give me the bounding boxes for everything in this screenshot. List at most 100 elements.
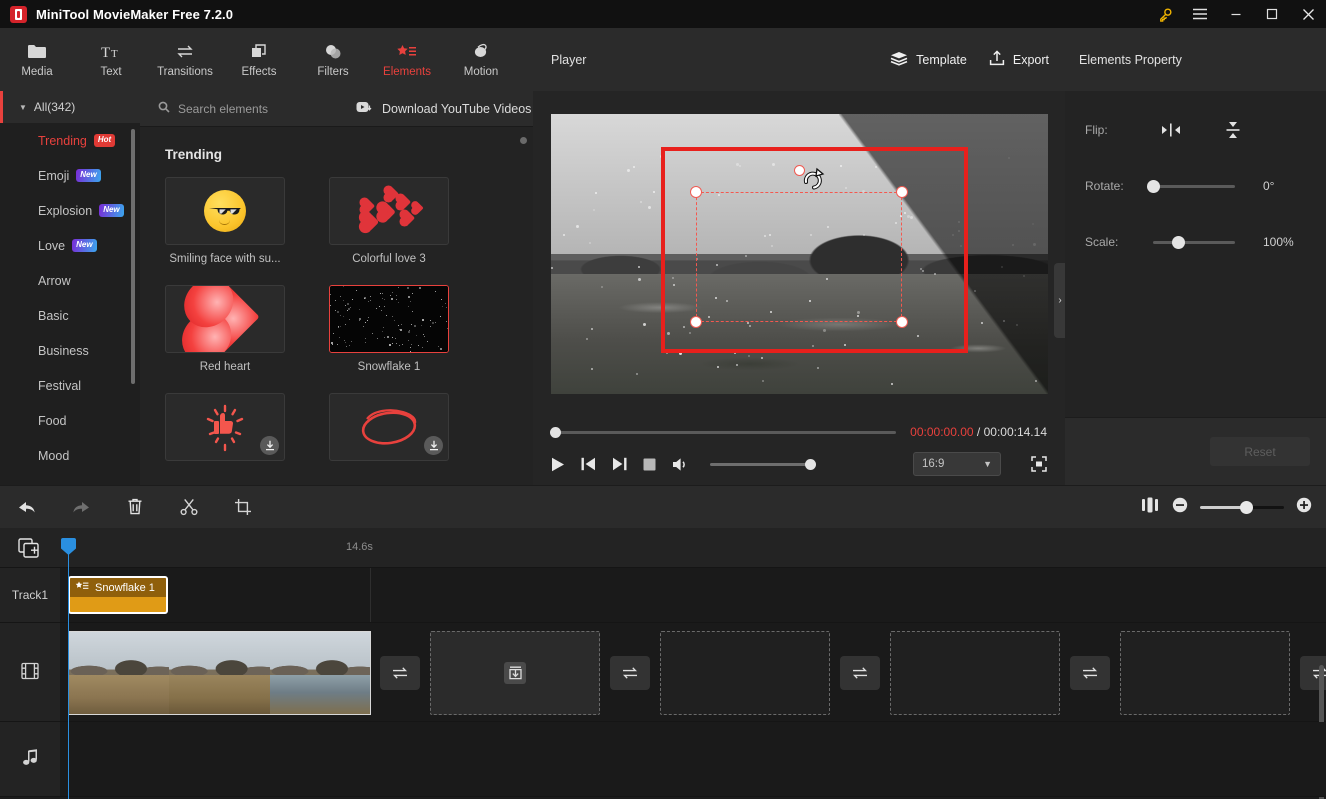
- timeline-clip-video[interactable]: [68, 631, 371, 715]
- resize-handle-top-left[interactable]: [689, 186, 702, 198]
- category-item-arrow[interactable]: Arrow: [0, 263, 140, 298]
- resize-handle-top-right[interactable]: [895, 186, 908, 198]
- element-card[interactable]: Colorful love 3: [329, 177, 449, 265]
- aspect-ratio-value: 16:9: [922, 458, 945, 470]
- category-scrollbar[interactable]: [131, 129, 135, 384]
- flip-horizontal-icon[interactable]: [1153, 123, 1189, 137]
- download-icon[interactable]: [260, 436, 279, 455]
- rotate-handle-icon[interactable]: [801, 167, 827, 196]
- category-item-business[interactable]: Business: [0, 333, 140, 368]
- previous-frame-button[interactable]: [581, 457, 596, 471]
- module-tab-media[interactable]: Media: [0, 28, 74, 91]
- transition-button[interactable]: [610, 656, 650, 690]
- media-drop-slot[interactable]: [660, 631, 830, 715]
- menu-icon[interactable]: [1182, 0, 1218, 28]
- element-transform-box: [695, 192, 902, 322]
- close-icon[interactable]: [1290, 0, 1326, 28]
- transition-button[interactable]: [840, 656, 880, 690]
- maximize-icon[interactable]: [1254, 0, 1290, 28]
- layers-icon: [890, 51, 908, 69]
- seek-slider[interactable]: [550, 426, 897, 438]
- rotate-slider[interactable]: [1147, 179, 1235, 193]
- next-frame-button[interactable]: [612, 457, 627, 471]
- element-thumbnail[interactable]: [165, 393, 285, 461]
- element-card[interactable]: Red heart: [165, 285, 285, 373]
- properties-panel: Elements Property Flip: Rotate: 0° Scale…: [1065, 28, 1326, 485]
- category-item-trending[interactable]: Trending Hot: [0, 123, 140, 158]
- zoom-slider[interactable]: [1200, 500, 1284, 514]
- element-thumbnail[interactable]: [165, 177, 285, 245]
- module-tab-text[interactable]: T T Text: [74, 28, 148, 91]
- element-thumbnail[interactable]: [329, 177, 449, 245]
- resize-handle-bottom-left[interactable]: [689, 316, 702, 328]
- category-item-explosion[interactable]: Explosion New: [0, 193, 140, 228]
- category-item-festival[interactable]: Festival: [0, 368, 140, 403]
- module-label: Media: [21, 66, 53, 78]
- element-thumbnail[interactable]: [165, 285, 285, 353]
- volume-knob[interactable]: [805, 458, 816, 470]
- element-card[interactable]: [165, 393, 285, 469]
- delete-button[interactable]: [108, 486, 162, 528]
- aspect-ratio-select[interactable]: 16:9 ▼: [913, 452, 1001, 476]
- rotate-knob[interactable]: [1147, 179, 1160, 193]
- track-lane[interactable]: Snowflake 1: [60, 568, 1326, 622]
- crop-button[interactable]: [216, 486, 270, 528]
- zoom-knob[interactable]: [1240, 500, 1253, 514]
- elements-scrollbar[interactable]: [520, 137, 527, 144]
- volume-button[interactable]: [672, 457, 690, 472]
- module-tab-effects[interactable]: Effects: [222, 28, 296, 91]
- flip-vertical-icon[interactable]: [1215, 120, 1251, 140]
- category-item-basic[interactable]: Basic: [0, 298, 140, 333]
- scale-slider[interactable]: [1153, 235, 1235, 249]
- zoom-out-icon[interactable]: [1172, 497, 1188, 518]
- undo-button[interactable]: [0, 486, 54, 528]
- volume-slider[interactable]: [710, 458, 816, 470]
- stop-button[interactable]: [643, 458, 656, 471]
- element-card[interactable]: [329, 393, 449, 469]
- track-lane[interactable]: [60, 722, 1326, 796]
- fit-to-timeline-icon[interactable]: [1140, 497, 1160, 518]
- module-tab-transitions[interactable]: Transitions: [148, 28, 222, 91]
- download-youtube-button[interactable]: Download YouTube Videos: [356, 101, 531, 116]
- module-tab-elements[interactable]: Elements: [370, 28, 444, 91]
- reset-button[interactable]: Reset: [1210, 437, 1310, 466]
- search-input[interactable]: [178, 101, 328, 116]
- key-icon[interactable]: [1148, 0, 1182, 28]
- playhead[interactable]: [61, 538, 76, 799]
- category-item-love[interactable]: Love New: [0, 228, 140, 263]
- media-drop-slot[interactable]: [890, 631, 1060, 715]
- search-group[interactable]: [158, 100, 328, 118]
- category-all[interactable]: ▼ All(342): [0, 91, 140, 123]
- timeline-clip-element[interactable]: Snowflake 1: [68, 576, 168, 614]
- module-tab-motion[interactable]: Motion: [444, 28, 518, 91]
- seek-knob[interactable]: [550, 426, 561, 438]
- resize-handle-bottom-right[interactable]: [895, 316, 908, 328]
- split-button[interactable]: [162, 486, 216, 528]
- category-label: Food: [38, 413, 67, 428]
- element-card[interactable]: Snowflake 1: [329, 285, 449, 373]
- fullscreen-button[interactable]: [1031, 456, 1047, 472]
- preview-canvas[interactable]: [550, 114, 1048, 394]
- template-button[interactable]: Template: [890, 51, 967, 69]
- element-card[interactable]: Smiling face with su...: [165, 177, 285, 265]
- download-icon[interactable]: [424, 436, 443, 455]
- add-track-icon[interactable]: [18, 538, 40, 563]
- media-drop-slot[interactable]: [430, 631, 600, 715]
- media-drop-slot[interactable]: [1120, 631, 1290, 715]
- element-thumbnail[interactable]: [329, 285, 449, 353]
- category-item-food[interactable]: Food: [0, 403, 140, 438]
- category-item-emoji[interactable]: Emoji New: [0, 158, 140, 193]
- element-thumbnail[interactable]: [329, 393, 449, 461]
- redo-button[interactable]: [54, 486, 108, 528]
- zoom-in-icon[interactable]: [1296, 497, 1312, 518]
- minimize-icon[interactable]: [1218, 0, 1254, 28]
- play-button[interactable]: [551, 457, 565, 472]
- scale-knob[interactable]: [1171, 235, 1185, 249]
- track-lane[interactable]: [60, 623, 1326, 799]
- transition-button[interactable]: [1070, 656, 1110, 690]
- timeline-ruler[interactable]: 0s 14.6s: [60, 528, 1326, 568]
- transition-button[interactable]: [380, 656, 420, 690]
- module-tab-filters[interactable]: Filters: [296, 28, 370, 91]
- category-item-mood[interactable]: Mood: [0, 438, 140, 473]
- export-button[interactable]: Export: [989, 50, 1049, 69]
